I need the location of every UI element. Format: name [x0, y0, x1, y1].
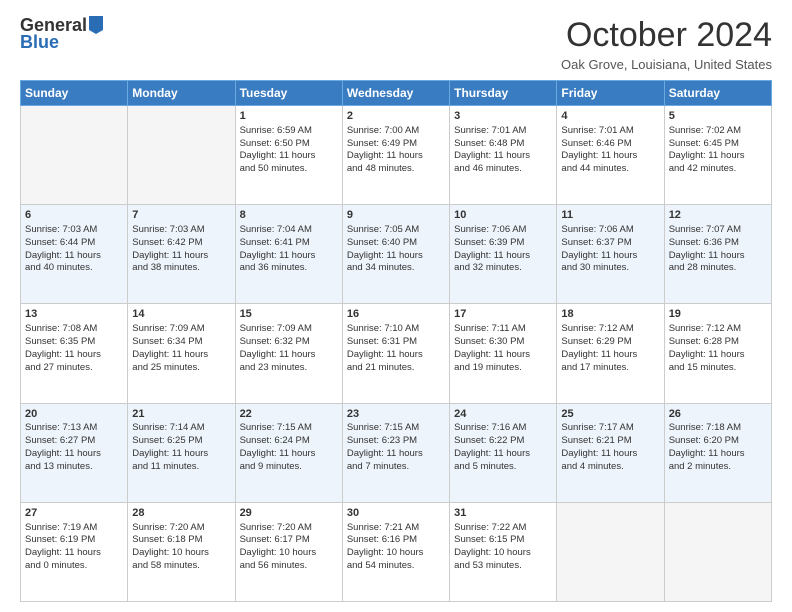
calendar-week-2: 6Sunrise: 7:03 AMSunset: 6:44 PMDaylight…	[21, 205, 772, 304]
day-number: 2	[347, 109, 445, 124]
day-number: 23	[347, 407, 445, 422]
header: General Blue October 2024 Oak Grove, Lou…	[20, 16, 772, 72]
calendar-cell: 5Sunrise: 7:02 AMSunset: 6:45 PMDaylight…	[664, 106, 771, 205]
calendar-cell: 1Sunrise: 6:59 AMSunset: 6:50 PMDaylight…	[235, 106, 342, 205]
day-number: 26	[669, 407, 767, 422]
day-number: 27	[25, 506, 123, 521]
calendar-header-monday: Monday	[128, 81, 235, 106]
calendar-header-sunday: Sunday	[21, 81, 128, 106]
day-number: 6	[25, 208, 123, 223]
calendar-cell: 14Sunrise: 7:09 AMSunset: 6:34 PMDayligh…	[128, 304, 235, 403]
day-number: 30	[347, 506, 445, 521]
calendar-cell: 12Sunrise: 7:07 AMSunset: 6:36 PMDayligh…	[664, 205, 771, 304]
calendar-cell: 16Sunrise: 7:10 AMSunset: 6:31 PMDayligh…	[342, 304, 449, 403]
calendar-cell: 3Sunrise: 7:01 AMSunset: 6:48 PMDaylight…	[450, 106, 557, 205]
calendar-cell: 18Sunrise: 7:12 AMSunset: 6:29 PMDayligh…	[557, 304, 664, 403]
title-area: October 2024 Oak Grove, Louisiana, Unite…	[561, 16, 772, 72]
calendar: SundayMondayTuesdayWednesdayThursdayFrid…	[20, 80, 772, 602]
calendar-cell: 9Sunrise: 7:05 AMSunset: 6:40 PMDaylight…	[342, 205, 449, 304]
day-number: 5	[669, 109, 767, 124]
calendar-cell: 13Sunrise: 7:08 AMSunset: 6:35 PMDayligh…	[21, 304, 128, 403]
day-number: 14	[132, 307, 230, 322]
day-number: 11	[561, 208, 659, 223]
calendar-cell: 8Sunrise: 7:04 AMSunset: 6:41 PMDaylight…	[235, 205, 342, 304]
logo-icon	[89, 16, 103, 34]
calendar-cell: 6Sunrise: 7:03 AMSunset: 6:44 PMDaylight…	[21, 205, 128, 304]
day-number: 4	[561, 109, 659, 124]
day-number: 19	[669, 307, 767, 322]
calendar-header-row: SundayMondayTuesdayWednesdayThursdayFrid…	[21, 81, 772, 106]
calendar-cell	[557, 502, 664, 601]
calendar-cell: 15Sunrise: 7:09 AMSunset: 6:32 PMDayligh…	[235, 304, 342, 403]
calendar-cell	[128, 106, 235, 205]
day-number: 10	[454, 208, 552, 223]
calendar-week-1: 1Sunrise: 6:59 AMSunset: 6:50 PMDaylight…	[21, 106, 772, 205]
calendar-header-saturday: Saturday	[664, 81, 771, 106]
logo-blue-text: Blue	[20, 32, 59, 52]
day-number: 20	[25, 407, 123, 422]
calendar-cell: 26Sunrise: 7:18 AMSunset: 6:20 PMDayligh…	[664, 403, 771, 502]
location: Oak Grove, Louisiana, United States	[561, 57, 772, 72]
day-number: 7	[132, 208, 230, 223]
calendar-header-friday: Friday	[557, 81, 664, 106]
day-number: 15	[240, 307, 338, 322]
day-number: 17	[454, 307, 552, 322]
calendar-cell: 11Sunrise: 7:06 AMSunset: 6:37 PMDayligh…	[557, 205, 664, 304]
calendar-cell: 19Sunrise: 7:12 AMSunset: 6:28 PMDayligh…	[664, 304, 771, 403]
day-number: 28	[132, 506, 230, 521]
day-number: 29	[240, 506, 338, 521]
month-title: October 2024	[561, 16, 772, 55]
calendar-cell: 7Sunrise: 7:03 AMSunset: 6:42 PMDaylight…	[128, 205, 235, 304]
day-number: 9	[347, 208, 445, 223]
calendar-cell: 20Sunrise: 7:13 AMSunset: 6:27 PMDayligh…	[21, 403, 128, 502]
day-number: 24	[454, 407, 552, 422]
calendar-cell: 10Sunrise: 7:06 AMSunset: 6:39 PMDayligh…	[450, 205, 557, 304]
calendar-cell: 22Sunrise: 7:15 AMSunset: 6:24 PMDayligh…	[235, 403, 342, 502]
calendar-week-4: 20Sunrise: 7:13 AMSunset: 6:27 PMDayligh…	[21, 403, 772, 502]
calendar-header-thursday: Thursday	[450, 81, 557, 106]
day-number: 3	[454, 109, 552, 124]
calendar-cell: 17Sunrise: 7:11 AMSunset: 6:30 PMDayligh…	[450, 304, 557, 403]
calendar-header-wednesday: Wednesday	[342, 81, 449, 106]
logo: General Blue	[20, 16, 103, 53]
calendar-week-3: 13Sunrise: 7:08 AMSunset: 6:35 PMDayligh…	[21, 304, 772, 403]
calendar-cell: 25Sunrise: 7:17 AMSunset: 6:21 PMDayligh…	[557, 403, 664, 502]
calendar-cell: 30Sunrise: 7:21 AMSunset: 6:16 PMDayligh…	[342, 502, 449, 601]
day-number: 21	[132, 407, 230, 422]
day-number: 22	[240, 407, 338, 422]
page: General Blue October 2024 Oak Grove, Lou…	[0, 0, 792, 612]
day-number: 16	[347, 307, 445, 322]
calendar-cell: 24Sunrise: 7:16 AMSunset: 6:22 PMDayligh…	[450, 403, 557, 502]
calendar-week-5: 27Sunrise: 7:19 AMSunset: 6:19 PMDayligh…	[21, 502, 772, 601]
calendar-cell	[21, 106, 128, 205]
day-number: 13	[25, 307, 123, 322]
day-number: 8	[240, 208, 338, 223]
calendar-cell: 2Sunrise: 7:00 AMSunset: 6:49 PMDaylight…	[342, 106, 449, 205]
day-number: 31	[454, 506, 552, 521]
calendar-cell: 29Sunrise: 7:20 AMSunset: 6:17 PMDayligh…	[235, 502, 342, 601]
day-number: 25	[561, 407, 659, 422]
calendar-header-tuesday: Tuesday	[235, 81, 342, 106]
day-number: 1	[240, 109, 338, 124]
calendar-cell: 27Sunrise: 7:19 AMSunset: 6:19 PMDayligh…	[21, 502, 128, 601]
calendar-cell: 21Sunrise: 7:14 AMSunset: 6:25 PMDayligh…	[128, 403, 235, 502]
calendar-cell: 31Sunrise: 7:22 AMSunset: 6:15 PMDayligh…	[450, 502, 557, 601]
day-number: 18	[561, 307, 659, 322]
calendar-cell: 4Sunrise: 7:01 AMSunset: 6:46 PMDaylight…	[557, 106, 664, 205]
day-number: 12	[669, 208, 767, 223]
calendar-cell	[664, 502, 771, 601]
calendar-cell: 28Sunrise: 7:20 AMSunset: 6:18 PMDayligh…	[128, 502, 235, 601]
calendar-cell: 23Sunrise: 7:15 AMSunset: 6:23 PMDayligh…	[342, 403, 449, 502]
